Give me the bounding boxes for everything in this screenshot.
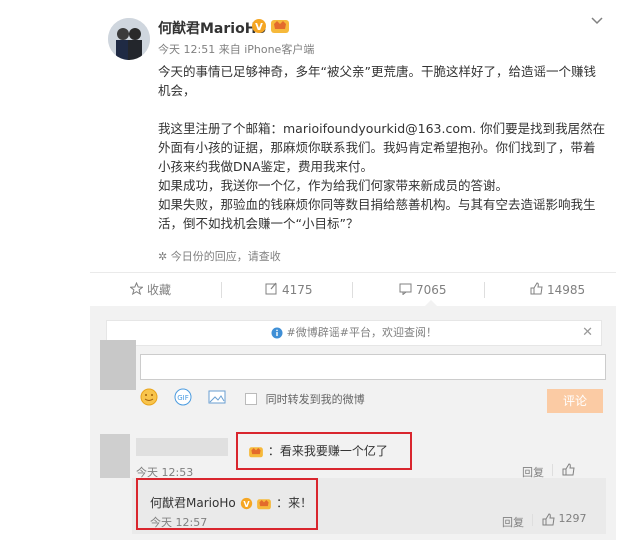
- thumbs-up-icon: [530, 274, 543, 308]
- commenter-name-blurred: [136, 438, 228, 456]
- svg-text:V: V: [243, 499, 250, 509]
- gif-icon[interactable]: GIF: [174, 388, 192, 410]
- current-user-avatar: [100, 340, 136, 390]
- rumor-notice: #微博辟谣#平台，欢迎查阅！ ✕: [106, 320, 602, 346]
- repost-icon: [265, 274, 278, 308]
- avatar[interactable]: [108, 18, 150, 60]
- post-footer-note: ✲ 今日份的回应，请查收: [158, 250, 281, 263]
- comment-button[interactable]: 7065: [399, 273, 447, 307]
- post-username[interactable]: 何猷君MarioHo: [158, 18, 266, 38]
- comment-item: ：看来我要赚一个亿了 今天 12:53 回复 4521: [100, 432, 606, 489]
- comment-like-button[interactable]: 1297: [542, 512, 587, 526]
- weibo-post-card: 何猷君MarioHo V 今天 12:51 来自 iPhone客户端 今天的事情…: [90, 0, 616, 540]
- svg-text:V: V: [255, 22, 263, 33]
- vip-crown-icon: [256, 496, 276, 510]
- info-icon: [271, 326, 287, 339]
- image-icon[interactable]: [208, 389, 226, 409]
- comment-section: #微博辟谣#平台，欢迎查阅！ ✕ GIF 同时转发到我的微博 评论 ：看来我要赚…: [90, 306, 616, 540]
- post-paragraph: 如果失败，那验血的钱麻烦你同等数目捐给慈善机构。与其有空去造谣影响我生活，倒不如…: [158, 197, 596, 231]
- chevron-down-icon[interactable]: [590, 14, 604, 30]
- comment-input[interactable]: [140, 354, 606, 380]
- repost-button[interactable]: 4175: [265, 273, 313, 307]
- verified-badge-icon: V: [240, 496, 257, 510]
- like-button[interactable]: 14985: [530, 273, 585, 307]
- thumbs-up-icon: [542, 512, 559, 525]
- svg-text:GIF: GIF: [177, 394, 189, 402]
- star-icon: [129, 274, 144, 308]
- post-paragraph: 如果成功，我送你一个亿，作为给我们何家带来新成员的答谢。: [158, 178, 509, 193]
- vip-crown-icon: [248, 444, 268, 458]
- sparkle-icon: ✲: [158, 250, 171, 263]
- sub-reply-username[interactable]: 何猷君MarioHo: [150, 496, 236, 510]
- comment-icon: [399, 274, 412, 308]
- commenter-avatar[interactable]: [100, 434, 130, 478]
- vip-crown-icon: [270, 17, 290, 34]
- close-icon[interactable]: ✕: [582, 321, 593, 345]
- action-bar: 收藏 4175 7065 14985: [90, 272, 616, 307]
- post-paragraph: 今天的事情已足够神奇，多年“被父亲”更荒唐。干脆这样好了，给造谣一个赚钱机会，: [158, 64, 596, 98]
- sub-reply: 何猷君MarioHo V ：来！ 今天 12:57 回复 1297: [132, 478, 606, 534]
- repost-option-label: 同时转发到我的微博: [265, 393, 365, 406]
- reply-button[interactable]: 回复: [502, 514, 524, 530]
- sub-reply-time: 今天 12:57: [150, 516, 208, 529]
- post-body: 何猷君MarioHo V 今天 12:51 来自 iPhone客户端 今天的事情…: [90, 0, 616, 265]
- post-paragraph: 我这里注册了个邮箱：marioifoundyourkid@163.com. 你们…: [158, 121, 606, 174]
- emoji-icon[interactable]: [140, 388, 158, 410]
- post-meta: 今天 12:51 来自 iPhone客户端: [158, 43, 315, 56]
- comment-text: ：看来我要赚一个亿了: [248, 442, 388, 459]
- favorite-button[interactable]: 收藏: [129, 273, 171, 308]
- comment-tools: GIF 同时转发到我的微博: [140, 388, 365, 408]
- submit-comment-button[interactable]: 评论: [547, 389, 603, 413]
- thumbs-up-icon: [562, 462, 575, 475]
- post-text: 今天的事情已足够神奇，多年“被父亲”更荒唐。干脆这样好了，给造谣一个赚钱机会， …: [158, 62, 606, 233]
- repost-checkbox[interactable]: [244, 393, 257, 405]
- sub-reply-text: 何猷君MarioHo V ：来！: [150, 496, 313, 510]
- verified-badge-icon: V: [251, 18, 267, 34]
